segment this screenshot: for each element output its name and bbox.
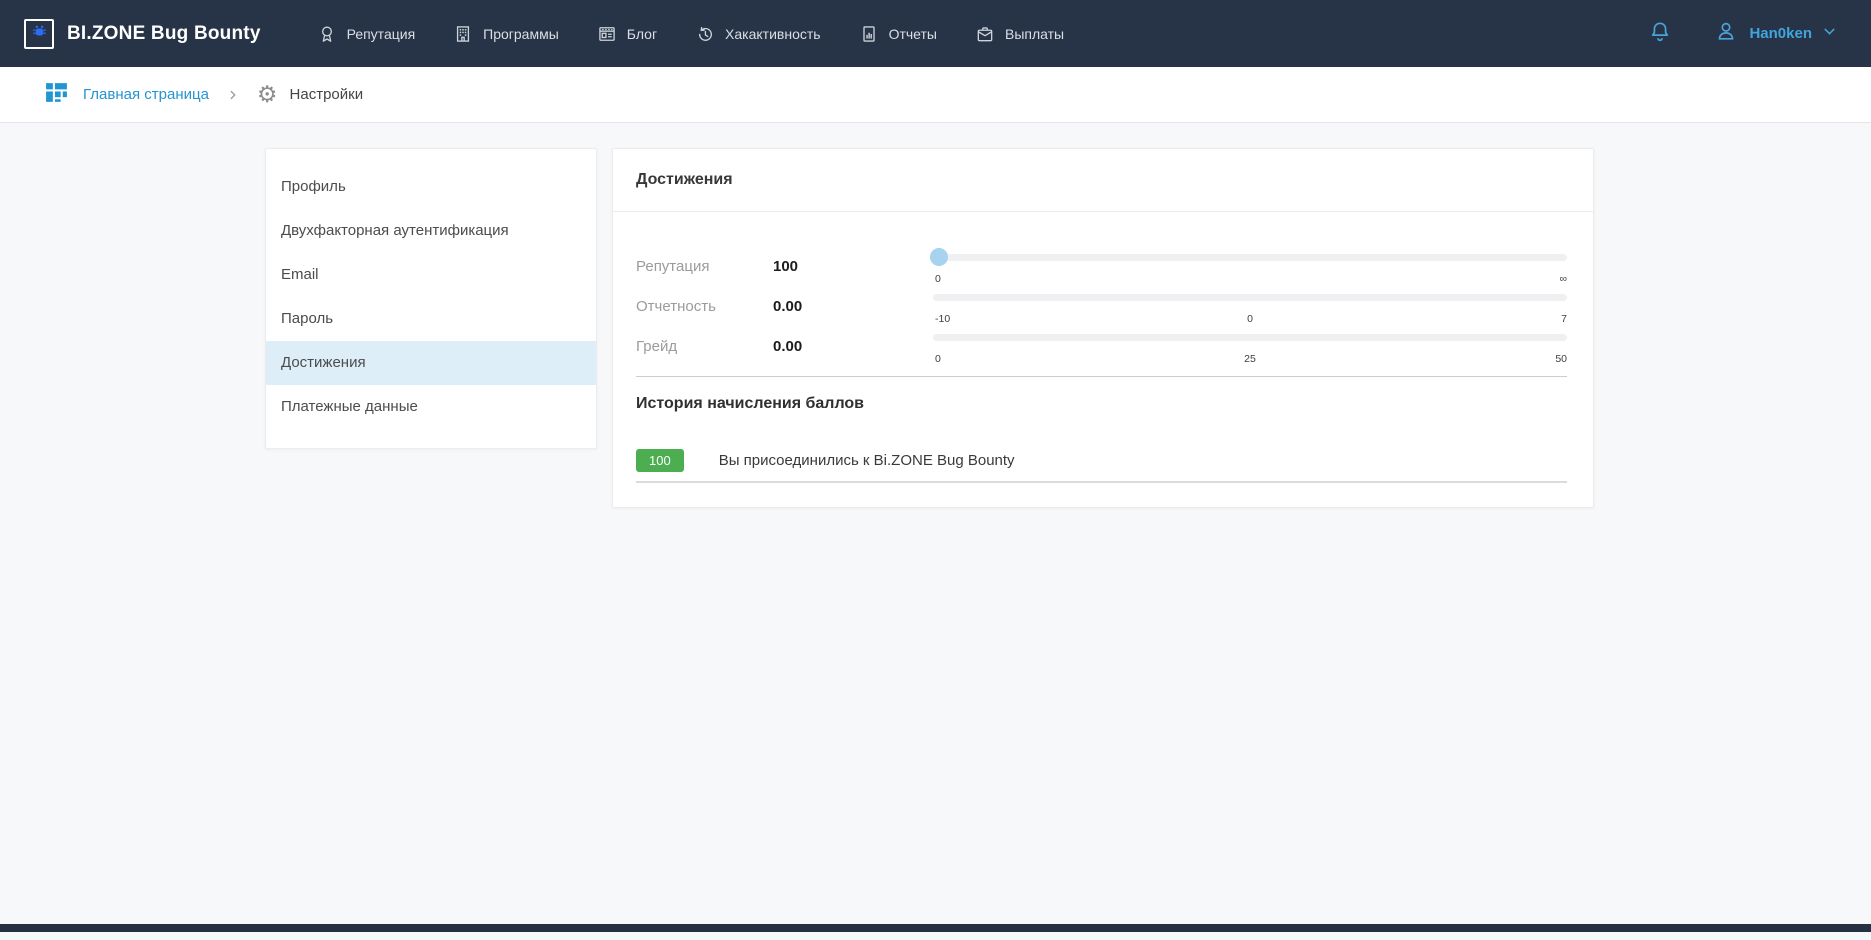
metric-row-reputation: Репутация 100 0 ∞ xyxy=(613,246,1593,286)
sidebar-item-payment-details[interactable]: Платежные данные xyxy=(266,385,596,429)
sidebar-item-profile[interactable]: Профиль xyxy=(266,165,596,209)
nav-right: Han0ken xyxy=(1648,19,1838,48)
breadcrumb-current-label: Настройки xyxy=(290,86,364,103)
bell-icon xyxy=(1648,19,1672,48)
nav-item-label: Программы xyxy=(483,26,559,42)
tick-mid: 25 xyxy=(1244,353,1256,365)
nav-item-blog[interactable]: Блог xyxy=(597,24,657,44)
dashboard-grid-icon xyxy=(44,80,69,110)
sidebar-item-achievements[interactable]: Достижения xyxy=(266,341,596,385)
tick-mid: 0 xyxy=(1247,313,1253,325)
history-entry: 100 Вы присоединились к Bi.ZONE Bug Boun… xyxy=(636,449,1567,483)
report-icon xyxy=(859,24,879,44)
metric-row-grade: Грейд 0.00 0 25 50 xyxy=(613,326,1593,366)
points-badge: 100 xyxy=(636,449,684,472)
bug-icon xyxy=(32,24,47,44)
section-divider xyxy=(636,376,1567,377)
history-entry-text: Вы присоединились к Bi.ZONE Bug Bounty xyxy=(719,452,1015,469)
nav-item-reports[interactable]: Отчеты xyxy=(859,24,937,44)
breadcrumb-home-label: Главная страница xyxy=(83,86,209,103)
achievements-header: Достижения xyxy=(613,149,1593,212)
metric-label: Грейд xyxy=(613,338,773,355)
history-icon xyxy=(695,24,715,44)
nav-item-label: Отчеты xyxy=(889,26,937,42)
reputation-slider: 0 ∞ xyxy=(933,246,1567,286)
gear-icon: ⚙ xyxy=(257,83,278,106)
brand-logo[interactable] xyxy=(24,19,54,49)
building-icon xyxy=(453,24,473,44)
nav-item-label: Блог xyxy=(627,26,657,42)
settings-sidebar: Профиль Двухфакторная аутентификация Ema… xyxy=(265,148,597,449)
grade-slider: 0 25 50 xyxy=(933,326,1567,366)
slider-track xyxy=(933,294,1567,301)
tick-min: -10 xyxy=(935,313,950,325)
tick-max: 7 xyxy=(1561,313,1567,325)
history-title: История начисления баллов xyxy=(636,395,1593,413)
nav-item-reputation[interactable]: Репутация xyxy=(317,24,416,44)
brand-title: BI.ZONE Bug Bounty xyxy=(67,23,261,45)
notifications-button[interactable] xyxy=(1648,19,1672,48)
user-name: Han0ken xyxy=(1749,25,1812,42)
sidebar-item-2fa[interactable]: Двухфакторная аутентификация xyxy=(266,209,596,253)
nav-item-programs[interactable]: Программы xyxy=(453,24,559,44)
tick-max: ∞ xyxy=(1560,273,1568,285)
metric-label: Репутация xyxy=(613,258,773,275)
reporting-slider: -10 0 7 xyxy=(933,286,1567,326)
user-menu[interactable]: Han0ken xyxy=(1714,19,1838,48)
sidebar-item-email[interactable]: Email xyxy=(266,253,596,297)
nav-menu: Репутация Программы xyxy=(317,24,1103,44)
blog-icon xyxy=(597,24,617,44)
slider-track xyxy=(933,334,1567,341)
tick-min: 0 xyxy=(935,273,941,285)
breadcrumb-home-link[interactable]: Главная страница xyxy=(44,80,209,110)
breadcrumb: Главная страница ⚙ Настройки xyxy=(0,67,1871,123)
metric-label: Отчетность xyxy=(613,298,773,315)
slider-thumb[interactable] xyxy=(930,248,948,266)
award-icon xyxy=(317,24,337,44)
nav-item-label: Репутация xyxy=(347,26,416,42)
nav-item-label: Хакактивность xyxy=(725,26,821,42)
page-content: Профиль Двухфакторная аутентификация Ema… xyxy=(0,123,1871,932)
breadcrumb-current: ⚙ Настройки xyxy=(257,83,363,106)
metrics-list: Репутация 100 0 ∞ Отчетность 0.00 xyxy=(613,246,1593,366)
chevron-right-icon xyxy=(226,88,240,102)
metric-row-reporting: Отчетность 0.00 -10 0 7 xyxy=(613,286,1593,326)
nav-item-hackactivity[interactable]: Хакактивность xyxy=(695,24,821,44)
chevron-down-icon xyxy=(1821,23,1838,45)
nav-item-payouts[interactable]: Выплаты xyxy=(975,24,1064,44)
sidebar-item-password[interactable]: Пароль xyxy=(266,297,596,341)
metric-value: 0.00 xyxy=(773,338,933,355)
tick-max: 50 xyxy=(1555,353,1567,365)
user-icon xyxy=(1714,19,1738,48)
metric-value: 100 xyxy=(773,258,933,275)
metric-value: 0.00 xyxy=(773,298,933,315)
tick-min: 0 xyxy=(935,353,941,365)
bottom-edge-strip xyxy=(0,924,1871,932)
achievements-card: Достижения Репутация 100 0 ∞ Отчетность xyxy=(612,148,1594,508)
achievements-title: Достижения xyxy=(636,171,733,189)
payments-icon xyxy=(975,24,995,44)
top-nav: BI.ZONE Bug Bounty Репутация xyxy=(0,0,1871,67)
slider-track xyxy=(933,254,1567,261)
nav-item-label: Выплаты xyxy=(1005,26,1064,42)
